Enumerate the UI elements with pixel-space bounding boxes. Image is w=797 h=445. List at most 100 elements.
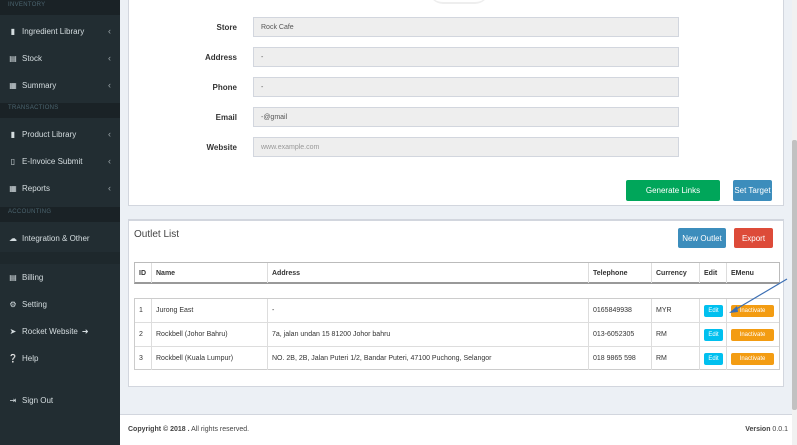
cell-edit: Edit <box>700 347 727 370</box>
cell-address: - <box>268 299 589 322</box>
website-field[interactable]: www.example.com <box>253 137 679 157</box>
column-header-address: Address <box>268 263 589 283</box>
column-header-id: ID <box>135 263 152 283</box>
phone-field[interactable]: - <box>253 77 679 97</box>
table-row: 1 Jurong East - 0165849938 MYR Edit Inac… <box>135 299 779 323</box>
chevron-left-icon: ‹ <box>108 129 111 139</box>
cell-name: Rockbell (Johor Bahru) <box>152 323 268 346</box>
cell-currency: MYR <box>652 299 700 322</box>
column-header-currency: Currency <box>652 263 700 283</box>
edit-button[interactable]: Edit <box>704 352 723 365</box>
store-details-box: Store Rock Cafe Address - Phone - Email … <box>128 0 784 206</box>
outlet-list-box: Outlet List New Outlet Export ID Name Ad… <box>128 219 788 387</box>
sidebar-divider <box>0 252 120 264</box>
sidebar-item-label: Stock <box>22 53 43 63</box>
inactivate-button[interactable]: Inactivate <box>731 328 774 341</box>
address-field[interactable]: - <box>253 47 679 67</box>
arrow-line <box>732 278 788 312</box>
sidebar-item-billing[interactable]: ▤ Billing <box>0 264 120 290</box>
copyright-text: Copyright © 2018 . All rights reserved. <box>128 426 249 433</box>
table-icon: ▦ <box>9 183 17 193</box>
version-label: Version <box>745 426 771 433</box>
table-row: 2 Rockbell (Johor Bahru) 7a, jalan undan… <box>135 323 779 347</box>
annotation-arrow <box>729 278 788 313</box>
sidebar-section-accounting: ACCOUNTING <box>0 207 120 222</box>
edit-button[interactable]: Edit <box>704 328 723 341</box>
sidebar-item-einvoice-submit[interactable]: ▯ E-Invoice Submit ‹ <box>0 148 120 174</box>
sidebar-item-setting[interactable]: ⚙ Setting <box>0 291 120 317</box>
file-icon: ▯ <box>10 156 16 166</box>
table-icon: ▦ <box>9 80 17 90</box>
book-icon: ▮ <box>10 26 16 36</box>
cell-name: Jurong East <box>152 299 268 322</box>
vertical-scrollbar[interactable] <box>792 0 797 445</box>
outlet-table-header: ID Name Address Telephone Currency Edit … <box>134 262 780 284</box>
chevron-left-icon: ‹ <box>108 80 111 90</box>
sidebar-item-label: Help <box>22 353 39 363</box>
cell-address: 7a, jalan undan 15 81200 Johor bahru <box>268 323 589 346</box>
arrow-right-icon: ➜ <box>81 326 89 336</box>
export-button[interactable]: Export <box>734 228 773 248</box>
book-icon: ▮ <box>10 129 16 139</box>
store-field[interactable]: Rock Cafe <box>253 17 679 37</box>
sidebar-item-label: Sign Out <box>22 395 54 405</box>
sidebar-item-label: Reports <box>22 183 51 193</box>
sign-out-icon: ⇥ <box>9 395 17 405</box>
outlet-table-body: 1 Jurong East - 0165849938 MYR Edit Inac… <box>134 298 780 370</box>
edit-button[interactable]: Edit <box>704 304 723 317</box>
credit-card-icon: ▤ <box>9 272 17 282</box>
sidebar-item-stock[interactable]: ▤ Stock ‹ <box>0 45 120 71</box>
generate-links-button[interactable]: Generate Links <box>626 180 720 201</box>
cell-telephone: 018 9865 598 <box>589 347 652 370</box>
sidebar-item-help[interactable]: ❔ Help <box>0 345 120 371</box>
cell-address: NO. 2B, 2B, Jalan Puteri 1/2, Bandar Put… <box>268 347 589 370</box>
new-outlet-button[interactable]: New Outlet <box>678 228 726 248</box>
version-text: Version 0.0.1 <box>745 426 788 433</box>
sidebar-item-label: E-Invoice Submit <box>22 156 83 166</box>
column-header-telephone: Telephone <box>589 263 652 283</box>
outlet-list-title: Outlet List <box>134 229 180 240</box>
version-value: 0.0.1 <box>770 426 788 433</box>
inactivate-button[interactable]: Inactivate <box>731 352 774 365</box>
sidebar-item-label: Setting <box>22 299 47 309</box>
cell-currency: RM <box>652 347 700 370</box>
cell-name: Rockbell (Kuala Lumpur) <box>152 347 268 370</box>
sidebar-item-integration[interactable]: ☁ Integration & Other <box>0 225 120 251</box>
cloud-icon: ☁ <box>9 233 17 243</box>
sidebar-item-label: Product Library <box>22 129 77 139</box>
copyright-rest: All rights reserved. <box>189 426 250 433</box>
cell-edit: Edit <box>700 323 727 346</box>
sidebar-section-inventory: INVENTORY <box>0 0 120 15</box>
copyright-bold: Copyright © 2018 . <box>128 426 190 433</box>
sidebar-item-summary[interactable]: ▦ Summary ‹ <box>0 72 120 98</box>
website-label: Website <box>206 143 237 152</box>
chevron-left-icon: ‹ <box>108 53 111 63</box>
store-label: Store <box>216 23 237 32</box>
chevron-left-icon: ‹ <box>108 183 111 193</box>
sidebar-item-rocket-website[interactable]: ➤ Rocket Website ➜ <box>0 318 120 344</box>
sidebar: INVENTORY ▮ Ingredient Library ‹ ▤ Stock… <box>0 0 120 445</box>
scrollbar-thumb[interactable] <box>792 140 797 410</box>
sidebar-item-reports[interactable]: ▦ Reports ‹ <box>0 175 120 201</box>
chevron-left-icon: ‹ <box>108 156 111 166</box>
phone-label: Phone <box>212 83 237 92</box>
question-icon: ❔ <box>8 353 18 363</box>
address-label: Address <box>204 53 237 62</box>
footer: Copyright © 2018 . All rights reserved. … <box>120 414 797 445</box>
cell-telephone: 0165849938 <box>589 299 652 322</box>
arrow-head <box>729 306 738 313</box>
sidebar-item-sign-out[interactable]: ⇥ Sign Out <box>0 387 120 413</box>
gear-icon: ⚙ <box>9 299 17 309</box>
sidebar-item-label: Ingredient Library <box>22 26 85 36</box>
set-target-button[interactable]: Set Target <box>733 180 772 201</box>
cell-id: 3 <box>135 347 152 370</box>
logo-placeholder <box>429 0 489 4</box>
cell-currency: RM <box>652 323 700 346</box>
sidebar-item-label: Billing <box>22 272 44 282</box>
cell-id: 2 <box>135 323 152 346</box>
cell-emenu: Inactivate <box>727 323 779 346</box>
email-field[interactable]: -@gmail <box>253 107 679 127</box>
cell-telephone: 013-6052305 <box>589 323 652 346</box>
sidebar-item-ingredient-library[interactable]: ▮ Ingredient Library ‹ <box>0 18 120 44</box>
sidebar-item-product-library[interactable]: ▮ Product Library ‹ <box>0 121 120 147</box>
